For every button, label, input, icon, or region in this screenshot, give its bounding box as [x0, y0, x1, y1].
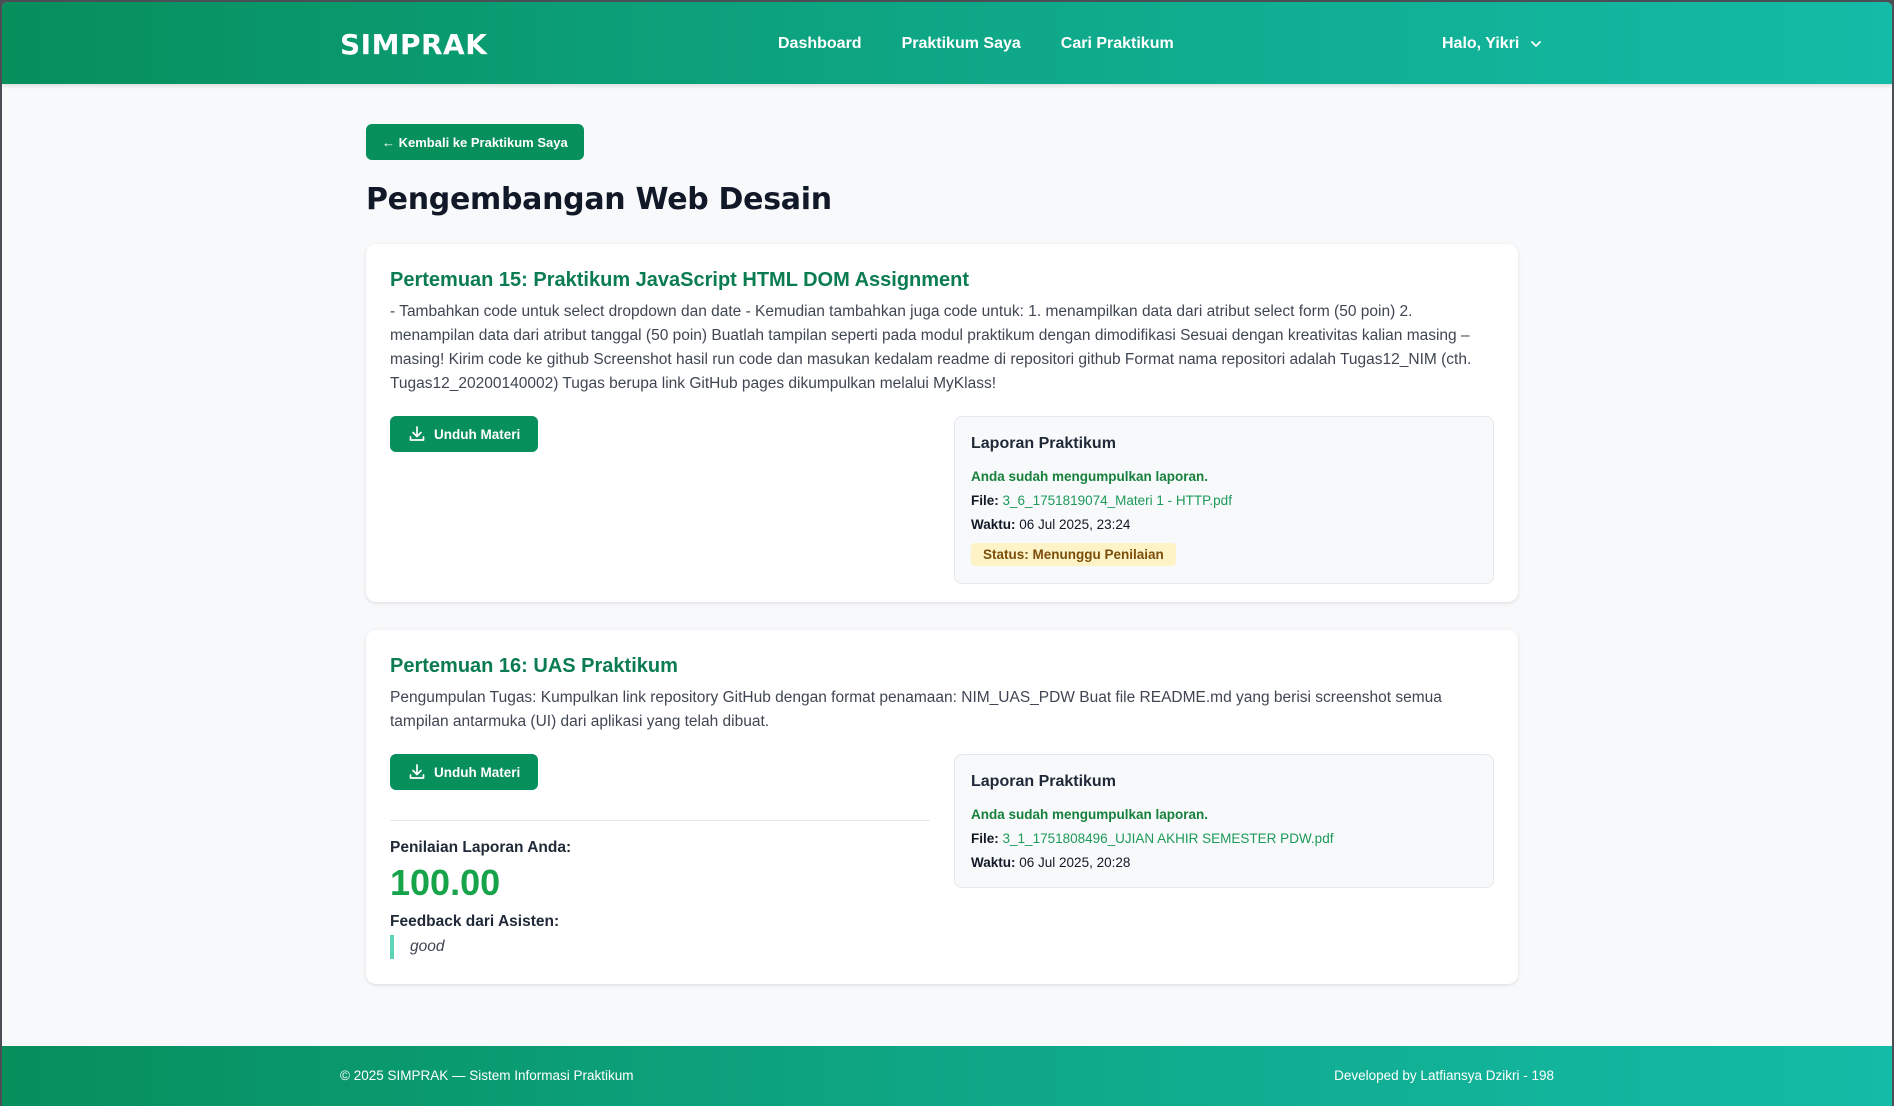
- file-label: File:: [971, 493, 999, 508]
- feedback-text: good: [390, 935, 930, 959]
- footer-credit: Developed by Latfiansya Dzikri - 198: [1334, 1068, 1554, 1083]
- download-label: Unduh Materi: [434, 764, 521, 780]
- footer-copyright: © 2025 SIMPRAK — Sistem Informasi Prakti…: [340, 1068, 634, 1083]
- grade-label: Penilaian Laporan Anda:: [390, 839, 572, 856]
- divider: [390, 820, 930, 821]
- session-title: Pertemuan 16: UAS Praktikum: [390, 655, 678, 677]
- submitted-notice: Anda sudah mengumpulkan laporan.: [971, 807, 1209, 822]
- report-title: Laporan Praktikum: [971, 773, 1116, 790]
- nav-link-cari-praktikum[interactable]: Cari Praktikum: [1061, 35, 1174, 53]
- feedback-label: Feedback dari Asisten:: [390, 913, 560, 930]
- page-title: Pengembangan Web Desain: [366, 182, 832, 217]
- session-description: - Tambahkan code untuk select dropdown d…: [390, 303, 1472, 392]
- download-label: Unduh Materi: [434, 426, 521, 442]
- nav-link-praktikum-saya[interactable]: Praktikum Saya: [902, 35, 1021, 53]
- session-card: Pertemuan 16: UAS Praktikum Pengumpulan …: [366, 630, 1518, 984]
- nav-link-dashboard[interactable]: Dashboard: [778, 35, 862, 53]
- report-file-row: File: 3_1_1751808496_UJIAN AKHIR SEMESTE…: [971, 827, 1477, 851]
- session-card: Pertemuan 15: Praktikum JavaScript HTML …: [366, 244, 1518, 602]
- brand-logo[interactable]: SIMPRAK: [340, 28, 487, 61]
- report-file-link[interactable]: 3_1_1751808496_UJIAN AKHIR SEMESTER PDW.…: [1003, 831, 1334, 846]
- user-greeting: Halo, Yikri: [1442, 35, 1520, 52]
- time-label: Waktu:: [971, 517, 1016, 532]
- grade-value: 100.00: [390, 862, 501, 903]
- report-time-row: Waktu: 06 Jul 2025, 20:28: [971, 851, 1477, 875]
- download-material-button[interactable]: Unduh Materi: [390, 416, 539, 452]
- user-menu[interactable]: Halo, Yikri: [1442, 35, 1543, 53]
- session-description: Pengumpulan Tugas: Kumpulkan link reposi…: [390, 689, 1442, 730]
- nav-links: Dashboard Praktikum Saya Cari Praktikum: [778, 35, 1174, 53]
- report-panel: Laporan Praktikum Anda sudah mengumpulka…: [954, 416, 1494, 584]
- session-title: Pertemuan 15: Praktikum JavaScript HTML …: [390, 269, 970, 291]
- download-icon: [409, 764, 425, 779]
- time-label: Waktu:: [971, 855, 1016, 870]
- download-material-button[interactable]: Unduh Materi: [390, 754, 539, 790]
- status-badge: Status: Menunggu Penilaian: [971, 543, 1176, 566]
- report-time-value: 06 Jul 2025, 23:24: [1019, 517, 1131, 532]
- top-navbar: SIMPRAK Dashboard Praktikum Saya Cari Pr…: [2, 2, 1892, 84]
- browser-viewport: SIMPRAK Dashboard Praktikum Saya Cari Pr…: [2, 2, 1892, 1106]
- file-label: File:: [971, 831, 999, 846]
- page-footer: © 2025 SIMPRAK — Sistem Informasi Prakti…: [2, 1046, 1892, 1106]
- report-time-row: Waktu: 06 Jul 2025, 23:24: [971, 513, 1477, 537]
- submitted-notice: Anda sudah mengumpulkan laporan.: [971, 469, 1209, 484]
- report-file-row: File: 3_6_1751819074_Materi 1 - HTTP.pdf: [971, 489, 1477, 513]
- grade-section: Penilaian Laporan Anda: 100.00 Feedback …: [390, 820, 930, 959]
- chevron-down-icon: [1531, 41, 1542, 47]
- report-file-link[interactable]: 3_6_1751819074_Materi 1 - HTTP.pdf: [1003, 493, 1232, 508]
- download-icon: [409, 426, 425, 441]
- report-time-value: 06 Jul 2025, 20:28: [1019, 855, 1131, 870]
- report-title: Laporan Praktikum: [971, 435, 1116, 452]
- back-to-praktikum-button[interactable]: ← Kembali ke Praktikum Saya: [366, 124, 584, 160]
- report-panel: Laporan Praktikum Anda sudah mengumpulka…: [954, 754, 1494, 888]
